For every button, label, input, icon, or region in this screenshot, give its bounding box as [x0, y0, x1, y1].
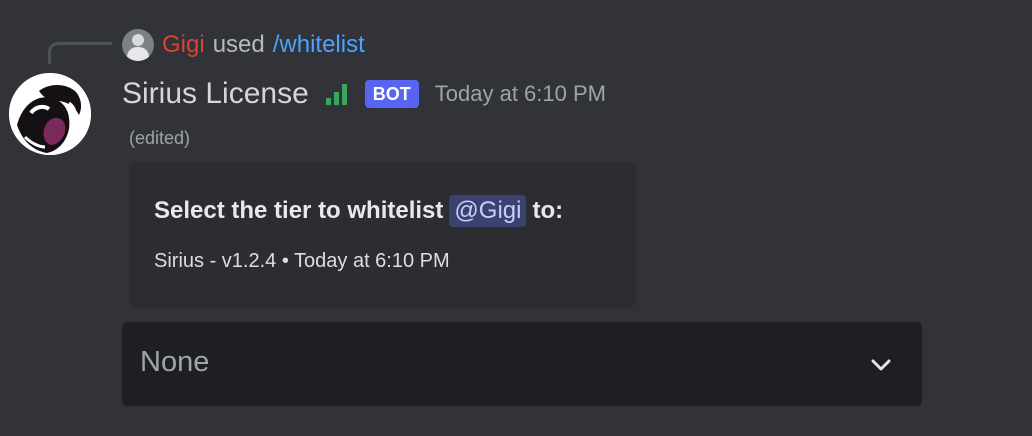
tier-select-menu[interactable]: None: [122, 322, 922, 406]
message-header: Sirius License BOT Today at 6:10 PM: [122, 74, 606, 114]
embed-title-suffix: to:: [532, 197, 564, 224]
message-timestamp[interactable]: Today at 6:10 PM: [435, 81, 606, 107]
reply-username[interactable]: Gigi: [162, 31, 205, 59]
embed-title: Select the tier to whitelist @Gigi to:: [154, 195, 563, 227]
reply-used-text: used: [212, 31, 265, 58]
embed-title-text: Select the tier to whitelist: [154, 197, 444, 224]
embed-footer: Sirius - v1.2.4 • Today at 6:10 PM: [154, 250, 450, 272]
user-mention[interactable]: @Gigi: [449, 195, 527, 227]
command-reply-header[interactable]: Gigi used /whitelist: [122, 28, 365, 62]
chevron-down-icon[interactable]: [868, 352, 894, 378]
slash-command-link[interactable]: /whitelist: [273, 31, 365, 59]
user-avatar-icon[interactable]: [122, 29, 154, 61]
signal-bars-icon: [325, 84, 347, 105]
message-embed: Select the tier to whitelist @Gigi to: S…: [129, 162, 636, 308]
bot-tag-badge: BOT: [364, 80, 419, 108]
edited-label: (edited): [129, 128, 191, 148]
bot-username[interactable]: Sirius License: [122, 77, 309, 111]
reply-connector-line: [48, 42, 112, 64]
bot-avatar-icon[interactable]: [9, 73, 91, 155]
chat-message: Gigi used /whitelist Sirius License BOT …: [0, 0, 1032, 436]
select-menu-value: None: [140, 346, 210, 378]
